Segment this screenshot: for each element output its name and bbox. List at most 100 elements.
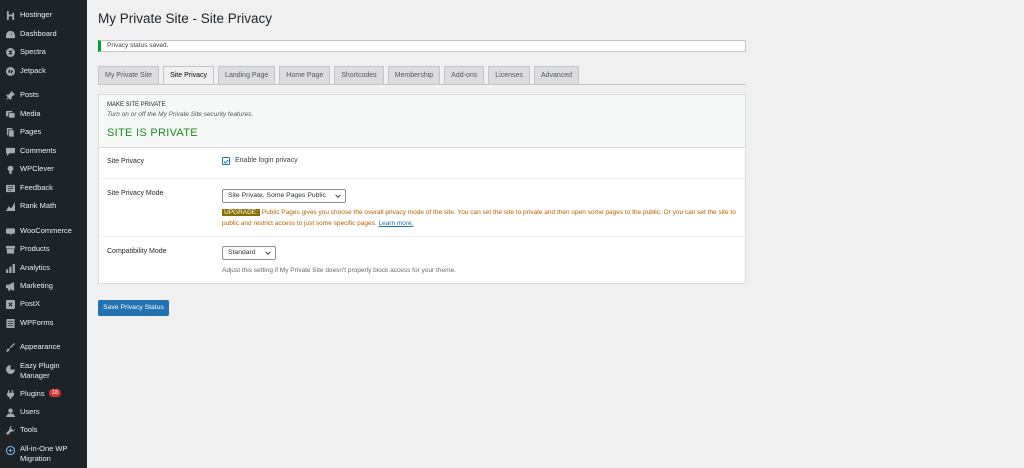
plugins-update-badge: 18 bbox=[48, 389, 62, 397]
pin-icon bbox=[5, 90, 15, 100]
row-divider bbox=[99, 178, 745, 179]
select-value: Standard bbox=[228, 249, 256, 256]
tab-site-privacy[interactable]: Site Privacy bbox=[163, 66, 215, 85]
sidebar-item-label: Comments bbox=[20, 146, 57, 155]
sidebar-item-plugins[interactable]: Plugins 18 bbox=[0, 389, 87, 399]
section-title: MAKE SITE PRIVATE bbox=[107, 102, 166, 108]
upgrade-description: Public Pages gives you choose the overal… bbox=[222, 209, 736, 227]
bulb-icon bbox=[5, 164, 15, 174]
sidebar-item-label: Analytics bbox=[20, 263, 51, 272]
sidebar-item-appearance[interactable]: Appearance bbox=[0, 342, 87, 352]
sidebar-item-label: WPForms bbox=[20, 318, 54, 327]
jetpack-icon bbox=[5, 66, 15, 76]
sidebar-item-wpforms[interactable]: WPForms bbox=[0, 318, 87, 328]
notice-text: Privacy status saved. bbox=[107, 42, 169, 49]
comment-icon bbox=[5, 146, 15, 156]
tab-membership[interactable]: Membership bbox=[387, 66, 441, 85]
sidebar-item-products[interactable]: Products bbox=[0, 244, 87, 254]
tab-add-ons[interactable]: Add-ons bbox=[444, 66, 485, 85]
compatibility-mode-description: Adjust this setting if My Private Site d… bbox=[222, 267, 456, 274]
feedback-icon bbox=[5, 183, 15, 193]
plugin-manager-icon bbox=[5, 364, 15, 374]
site-privacy-label: Site Privacy bbox=[107, 158, 144, 165]
tab-landing-page[interactable]: Landing Page bbox=[218, 66, 276, 85]
privacy-settings-panel: MAKE SITE PRIVATE Turn on or off the My … bbox=[98, 94, 746, 284]
sidebar-item-jetpack[interactable]: Jetpack bbox=[0, 66, 87, 76]
chevron-down-icon bbox=[265, 251, 271, 255]
section-description: Turn on or off the My Private Site secur… bbox=[107, 111, 254, 118]
site-privacy-mode-select[interactable]: Site Private, Some Pages Public bbox=[222, 189, 346, 203]
sidebar-item-marketing[interactable]: Marketing bbox=[0, 281, 87, 291]
sidebar-item-label: Users bbox=[20, 407, 40, 416]
enable-login-privacy-checkbox[interactable] bbox=[222, 157, 230, 165]
sidebar-item-label: Spectra bbox=[20, 47, 46, 56]
sidebar-item-label: Posts bbox=[20, 90, 39, 99]
postx-icon bbox=[5, 299, 15, 309]
sidebar-item-label: Plugins bbox=[20, 389, 45, 398]
sidebar-item-label: Eazy Plugin Manager bbox=[20, 361, 60, 380]
tab-licenses[interactable]: Licenses bbox=[488, 66, 530, 85]
sidebar-item-all-in-one-wp-migration[interactable]: All-in-One WP Migration bbox=[0, 444, 87, 463]
sidebar-item-rank-math[interactable]: Rank Math bbox=[0, 201, 87, 211]
sidebar-item-tools[interactable]: Tools bbox=[0, 425, 87, 435]
sidebar-item-label: Marketing bbox=[20, 281, 53, 290]
sidebar-item-woocommerce[interactable]: WooCommerce bbox=[0, 226, 87, 236]
sidebar-item-label: All-in-One WP Migration bbox=[20, 444, 68, 463]
bar-chart-icon bbox=[5, 263, 15, 273]
sidebar-item-label: Dashboard bbox=[20, 29, 57, 38]
sidebar-item-postx[interactable]: PostX bbox=[0, 299, 87, 309]
dashboard-icon bbox=[5, 29, 15, 39]
sidebar-item-label: Pages bbox=[20, 127, 42, 136]
tab-my-private-site[interactable]: My Private Site bbox=[98, 66, 160, 85]
sidebar-item-label: Rank Math bbox=[20, 201, 57, 210]
site-privacy-mode-label: Site Privacy Mode bbox=[107, 190, 164, 197]
media-icon bbox=[5, 109, 15, 119]
sidebar-item-wpclever[interactable]: WPClever bbox=[0, 164, 87, 174]
sidebar-item-comments[interactable]: Comments bbox=[0, 146, 87, 156]
save-privacy-status-button[interactable]: Save Privacy Status bbox=[98, 300, 169, 316]
sidebar-item-feedback[interactable]: Feedback bbox=[0, 183, 87, 193]
sidebar-item-media[interactable]: Media bbox=[0, 109, 87, 119]
users-icon bbox=[5, 407, 15, 417]
hostinger-icon bbox=[5, 10, 15, 20]
row-divider bbox=[99, 236, 745, 237]
sidebar-item-label: Appearance bbox=[20, 342, 61, 351]
wrench-icon bbox=[5, 425, 15, 435]
tab-home-page[interactable]: Home Page bbox=[279, 66, 331, 85]
enable-login-privacy-label[interactable]: Enable login privacy bbox=[235, 157, 298, 164]
success-notice: Privacy status saved. bbox=[98, 40, 746, 52]
sidebar-item-label: PostX bbox=[20, 299, 41, 308]
paintbrush-icon bbox=[5, 342, 15, 352]
sidebar-item-eazy-plugin-manager[interactable]: Eazy Plugin Manager bbox=[0, 361, 87, 380]
privacy-status: SITE IS PRIVATE bbox=[107, 127, 198, 139]
settings-tabs: My Private Site Site Privacy Landing Pag… bbox=[98, 66, 583, 85]
sidebar-item-analytics[interactable]: Analytics bbox=[0, 263, 87, 273]
sidebar-item-label: Feedback bbox=[20, 183, 53, 192]
tab-shortcodes[interactable]: Shortcodes bbox=[334, 66, 384, 85]
sidebar-item-users[interactable]: Users bbox=[0, 407, 87, 417]
panel-header: MAKE SITE PRIVATE Turn on or off the My … bbox=[99, 95, 745, 148]
sidebar-item-posts[interactable]: Posts bbox=[0, 90, 87, 100]
sidebar-item-label: Tools bbox=[20, 425, 38, 434]
compatibility-mode-select[interactable]: Standard bbox=[222, 246, 276, 260]
chart-icon bbox=[5, 201, 15, 211]
sidebar-item-hostinger[interactable]: Hostinger bbox=[0, 10, 87, 20]
tab-advanced[interactable]: Advanced bbox=[533, 66, 580, 85]
upgrade-badge: UPGRADE: bbox=[222, 209, 260, 216]
sidebar-item-label: Products bbox=[20, 244, 50, 253]
learn-more-link[interactable]: Learn more. bbox=[378, 220, 413, 227]
page-title: My Private Site - Site Privacy bbox=[98, 11, 273, 26]
sidebar-item-dashboard[interactable]: Dashboard bbox=[0, 29, 87, 39]
sidebar-item-label: Media bbox=[20, 109, 41, 118]
sidebar-item-label: Jetpack bbox=[20, 66, 46, 75]
sidebar-item-pages[interactable]: Pages bbox=[0, 127, 87, 137]
megaphone-icon bbox=[5, 281, 15, 291]
sidebar-item-label: WooCommerce bbox=[20, 226, 72, 235]
admin-sidebar: Hostinger Dashboard Spectra Jetpack Post… bbox=[0, 0, 87, 468]
chevron-down-icon bbox=[335, 194, 341, 198]
select-value: Site Private, Some Pages Public bbox=[228, 192, 326, 199]
sidebar-item-spectra[interactable]: Spectra bbox=[0, 47, 87, 57]
sidebar-item-label: Hostinger bbox=[20, 10, 53, 19]
woocommerce-icon bbox=[5, 226, 15, 236]
spectra-icon bbox=[5, 47, 15, 57]
